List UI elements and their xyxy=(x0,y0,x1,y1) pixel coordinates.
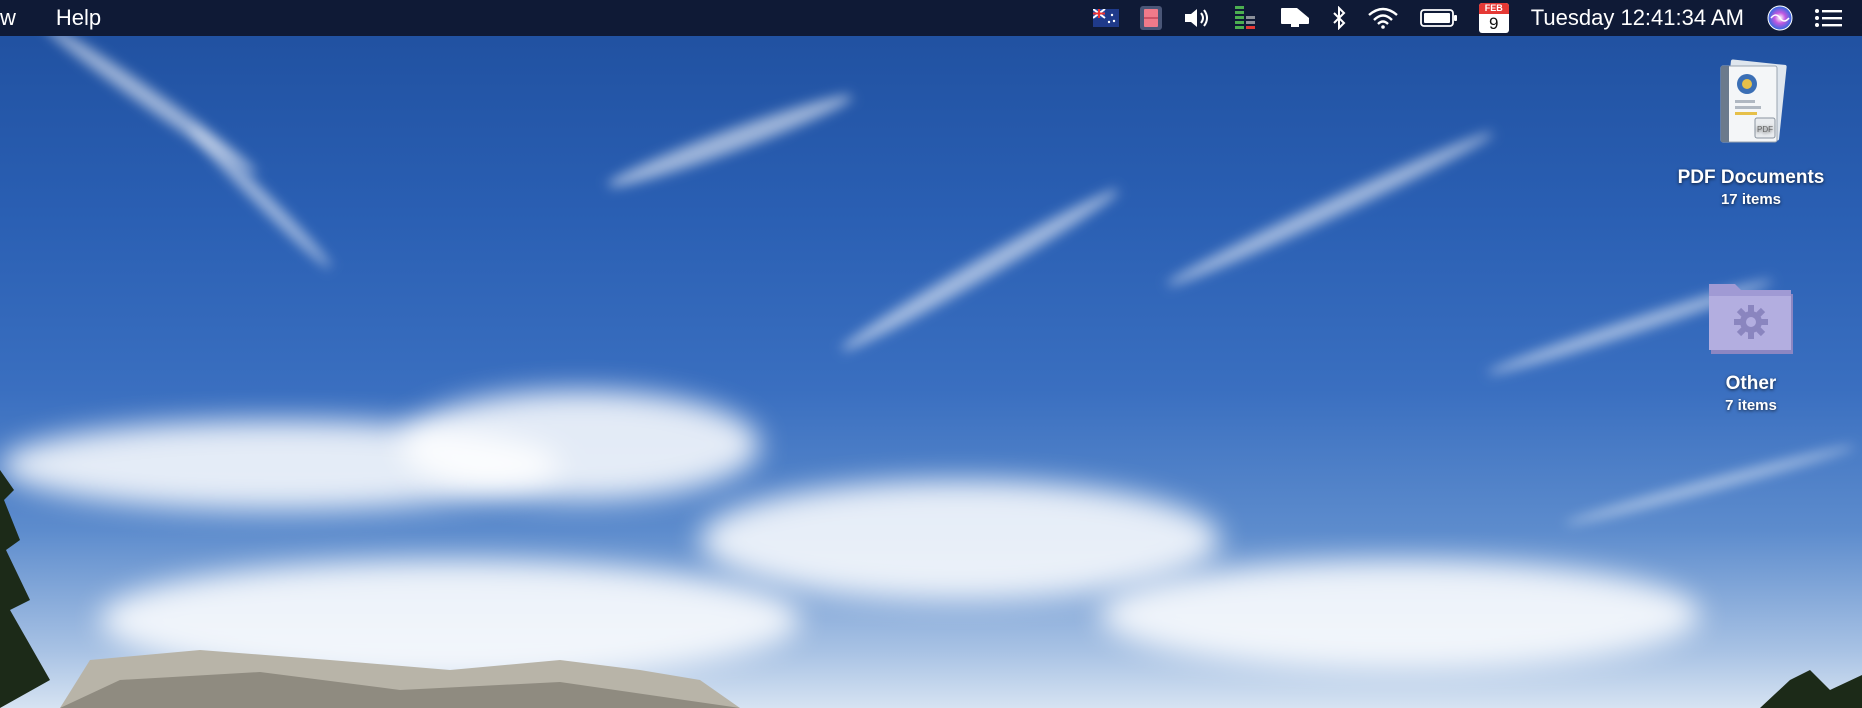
volume-icon[interactable] xyxy=(1173,0,1221,36)
memory-meter-icon[interactable] xyxy=(1221,0,1269,36)
flag-icon[interactable] xyxy=(1083,0,1129,36)
desktop-item-count: 17 items xyxy=(1720,191,1782,208)
siri-icon[interactable] xyxy=(1756,0,1804,36)
menu-item-help[interactable]: Help xyxy=(30,0,115,36)
menu-bar: w Help FEB 9 Tuesday 12:41:34 AM xyxy=(0,0,1862,36)
mountain-ridge xyxy=(0,470,1862,708)
desktop-item-count: 7 items xyxy=(1725,397,1777,414)
calendar-day: 9 xyxy=(1489,14,1499,33)
calendar-month: FEB xyxy=(1478,3,1509,14)
desktop-item-pdf-documents[interactable]: PDF PDF Documents 17 items xyxy=(1656,56,1846,208)
menu-item-view[interactable]: w xyxy=(0,0,30,36)
battery-icon[interactable] xyxy=(1409,0,1469,36)
list-icon[interactable] xyxy=(1804,0,1862,36)
desktop[interactable]: w Help FEB 9 Tuesday 12:41:34 AM PDF PDF… xyxy=(0,0,1862,708)
menubar-clock[interactable]: Tuesday 12:41:34 AM xyxy=(1519,0,1756,36)
bluetooth-icon[interactable] xyxy=(1321,0,1357,36)
display-icon[interactable] xyxy=(1269,0,1321,36)
pdf-stack-icon: PDF xyxy=(1720,59,1787,143)
calendar-icon[interactable]: FEB 9 xyxy=(1469,0,1519,36)
svg-text:PDF: PDF xyxy=(1757,125,1773,134)
wifi-icon[interactable] xyxy=(1357,0,1409,36)
app-red-icon[interactable] xyxy=(1129,0,1173,36)
desktop-item-other[interactable]: Other 7 items xyxy=(1656,272,1846,414)
desktop-item-name: Other xyxy=(1725,373,1777,394)
desktop-item-name: PDF Documents xyxy=(1677,167,1825,188)
gear-folder-icon xyxy=(1709,284,1793,354)
